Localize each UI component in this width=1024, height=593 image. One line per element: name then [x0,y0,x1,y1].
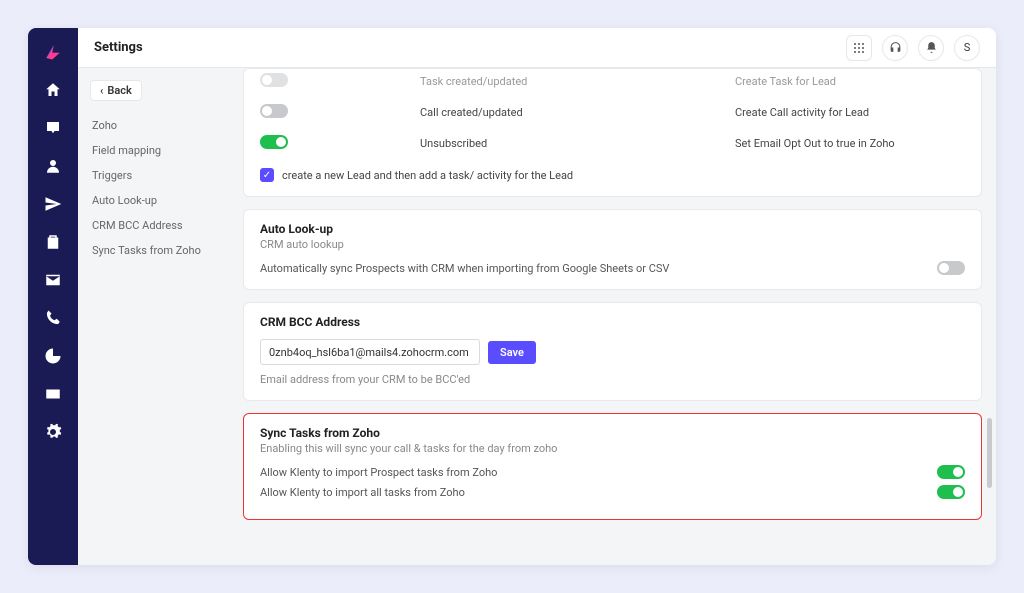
sidebar-item-sync-tasks[interactable]: Sync Tasks from Zoho [90,238,235,263]
trigger-row: Task created/updated Create Task for Lea… [260,69,965,100]
sync-toggle[interactable] [937,485,965,499]
gear-icon[interactable] [43,422,63,442]
auto-lookup-title: Auto Look-up [260,222,965,236]
inbox-icon[interactable] [43,118,63,138]
sync-row: Allow Klenty to import Prospect tasks fr… [260,465,965,479]
topbar: Settings S [78,28,996,68]
avatar[interactable]: S [954,35,980,61]
crm-bcc-title: CRM BCC Address [260,315,965,329]
phone-icon[interactable] [43,308,63,328]
sync-row: Allow Klenty to import all tasks from Zo… [260,485,965,499]
sync-tasks-subtitle: Enabling this will sync your call & task… [260,442,965,455]
grid-icon[interactable] [846,35,872,61]
mail-icon[interactable] [43,270,63,290]
logo-icon[interactable] [43,42,63,62]
back-label: Back [107,84,131,97]
back-button[interactable]: ‹ Back [90,80,142,101]
body: ‹ Back Zoho Field mapping Triggers Auto … [78,68,996,565]
app-window: Settings S ‹ Back Zoho Field mapping Tri… [28,28,996,565]
trigger-action: Create Call activity for Lead [735,106,965,119]
sync-toggle[interactable] [937,465,965,479]
sidebar-item-auto-lookup[interactable]: Auto Look-up [90,188,235,213]
trigger-action: Set Email Opt Out to true in Zoho [735,137,965,150]
trigger-row: Call created/updated Create Call activit… [260,100,965,131]
headset-icon[interactable] [882,35,908,61]
trigger-action: Create Task for Lead [735,75,965,88]
trigger-event: Task created/updated [420,75,735,88]
scrollbar-thumb[interactable] [987,418,992,488]
auto-lookup-card: Auto Look-up CRM auto lookup Automatical… [243,209,982,290]
auto-lookup-subtitle: CRM auto lookup [260,238,965,251]
clipboard-icon[interactable] [43,232,63,252]
topbar-tools: S [846,35,980,61]
trigger-row: Unsubscribed Set Email Opt Out to true i… [260,131,965,162]
sidebar-item-zoho[interactable]: Zoho [90,113,235,138]
send-icon[interactable] [43,194,63,214]
checkbox-label: create a new Lead and then add a task/ a… [282,169,573,182]
card-icon[interactable] [43,384,63,404]
sidebar-item-triggers[interactable]: Triggers [90,163,235,188]
checkbox-icon[interactable]: ✓ [260,168,274,182]
page-title: Settings [94,40,143,55]
sync-row-label: Allow Klenty to import Prospect tasks fr… [260,466,937,479]
trigger-event: Call created/updated [420,106,735,119]
auto-lookup-desc: Automatically sync Prospects with CRM wh… [260,262,937,275]
toggle[interactable] [260,73,288,87]
crm-bcc-input[interactable] [260,339,480,365]
sync-row-label: Allow Klenty to import all tasks from Zo… [260,486,937,499]
trigger-checkbox-row: ✓ create a new Lead and then add a task/… [260,168,965,182]
sidebar-item-crm-bcc[interactable]: CRM BCC Address [90,213,235,238]
side-panel: ‹ Back Zoho Field mapping Triggers Auto … [78,68,243,565]
auto-lookup-toggle[interactable] [937,261,965,275]
chart-icon[interactable] [43,346,63,366]
sync-tasks-title: Sync Tasks from Zoho [260,426,965,440]
crm-bcc-helper: Email address from your CRM to be BCC'ed [260,373,965,386]
sync-tasks-card: Sync Tasks from Zoho Enabling this will … [243,413,982,520]
content-scroll[interactable]: Task created/updated Create Task for Lea… [243,68,996,565]
triggers-card: Task created/updated Create Task for Lea… [243,68,982,197]
save-button[interactable]: Save [488,341,536,364]
sidebar-item-field-map[interactable]: Field mapping [90,138,235,163]
trigger-event: Unsubscribed [420,137,735,150]
main-area: Settings S ‹ Back Zoho Field mapping Tri… [78,28,996,565]
crm-bcc-card: CRM BCC Address Save Email address from … [243,302,982,401]
chevron-left-icon: ‹ [100,84,103,97]
home-icon[interactable] [43,80,63,100]
nav-rail [28,28,78,565]
toggle[interactable] [260,104,288,118]
toggle[interactable] [260,135,288,149]
bell-icon[interactable] [918,35,944,61]
person-icon[interactable] [43,156,63,176]
